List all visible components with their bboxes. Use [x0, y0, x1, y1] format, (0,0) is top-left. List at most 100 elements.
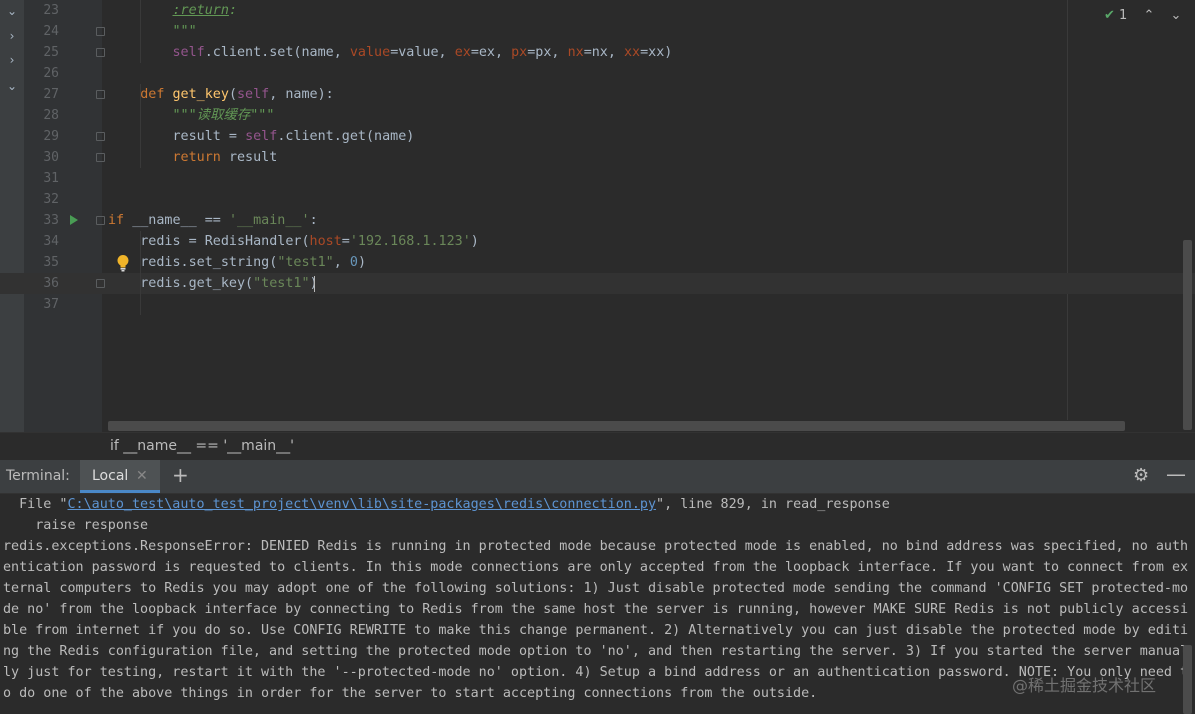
code-line[interactable]: 33 if __name__ == '__main__': — [0, 210, 1195, 231]
error-line: o do one of the above things in order fo… — [3, 686, 818, 701]
code-token: =ex, — [470, 45, 512, 60]
active-tab-indicator — [80, 490, 160, 493]
indent-guide — [140, 84, 141, 168]
line-number[interactable]: 34 — [37, 231, 59, 252]
code-line[interactable]: 34 redis = RedisHandler(host='192.168.1.… — [0, 231, 1195, 252]
gear-icon[interactable]: ⚙ — [1133, 465, 1149, 486]
terminal-title: Terminal: — [6, 468, 70, 484]
code-text: redis.set_string("test1", 0) — [108, 252, 366, 273]
minimize-icon[interactable]: — — [1166, 462, 1186, 486]
plus-icon[interactable]: + — [172, 463, 189, 487]
code-token: """ — [172, 24, 197, 39]
close-icon[interactable]: ✕ — [136, 468, 148, 484]
code-token: 0 — [349, 255, 358, 270]
code-line[interactable]: 24 """ — [0, 21, 1195, 42]
line-number[interactable]: 24 — [37, 21, 59, 42]
code-line[interactable]: 35 redis.set_string("test1", 0) — [0, 252, 1195, 273]
code-text: """读取缓存""" — [108, 105, 275, 126]
code-token: __name__ == — [132, 213, 229, 228]
check-icon: ✔ — [1104, 8, 1115, 23]
code-text: return result — [108, 147, 278, 168]
indent-guide — [140, 231, 141, 315]
line-number[interactable]: 27 — [37, 84, 59, 105]
code-text: if __name__ == '__main__': — [108, 210, 318, 231]
line-number[interactable]: 25 — [37, 42, 59, 63]
line-number[interactable]: 31 — [37, 168, 59, 189]
error-line: ternal computers to Redis you may adopt … — [3, 581, 1189, 596]
error-line: ble from internet if you do so. Use CONF… — [3, 623, 1189, 638]
code-token: result — [228, 150, 278, 165]
fold-icon[interactable] — [96, 27, 105, 36]
raise-line: raise response — [3, 518, 149, 533]
fold-icon[interactable] — [96, 132, 105, 141]
tab-local-label[interactable]: Local — [92, 468, 128, 484]
line-number[interactable]: 28 — [37, 105, 59, 126]
code-line[interactable]: 31 — [0, 168, 1195, 189]
code-token: xx — [624, 45, 641, 60]
code-line[interactable]: 32 — [0, 189, 1195, 210]
code-text: def get_key(self, name): — [108, 84, 334, 105]
code-token: host — [309, 234, 342, 249]
error-line: redis.exceptions.ResponseError: DENIED R… — [3, 539, 1189, 554]
traceback-line: File "C:\auto_test\auto_test_project\ven… — [3, 494, 890, 515]
code-token: if — [108, 213, 133, 228]
chevron-up-icon[interactable]: ⌃ — [1143, 8, 1154, 23]
code-line[interactable]: 23 :return: — [0, 0, 1195, 21]
line-number[interactable]: 29 — [37, 126, 59, 147]
code-line[interactable]: 29 result = self.client.get(name) — [0, 126, 1195, 147]
terminal-header: Terminal: Local ✕ + ⚙ — — [0, 460, 1195, 494]
code-token: return — [172, 150, 229, 165]
fold-icon[interactable] — [96, 153, 105, 162]
code-token: def — [140, 87, 173, 102]
code-token: .client.set(name, — [204, 45, 350, 60]
code-text: :return: — [108, 0, 238, 21]
code-token: redis.get_key( — [108, 276, 254, 291]
code-text: self.client.set(name, value=value, ex=ex… — [108, 42, 673, 63]
vertical-scrollbar[interactable] — [1183, 240, 1192, 430]
code-token: """读取缓存""" — [172, 108, 275, 123]
horizontal-scrollbar[interactable] — [108, 421, 1125, 431]
line-number[interactable]: 36 — [37, 273, 59, 294]
watermark: @稀土掘金技术社区 — [1012, 676, 1157, 695]
code-token: '192.168.1.123' — [349, 234, 471, 249]
fold-icon[interactable] — [96, 216, 105, 225]
code-token: =nx, — [583, 45, 624, 60]
code-line[interactable]: 37 — [0, 294, 1195, 315]
line-number[interactable]: 33 — [37, 210, 59, 231]
line-number[interactable]: 30 — [37, 147, 59, 168]
chevron-down-icon[interactable]: ⌄ — [1171, 8, 1182, 23]
code-line[interactable]: 27 def get_key(self, name): — [0, 84, 1195, 105]
line-number[interactable]: 37 — [37, 294, 59, 315]
fold-icon[interactable] — [96, 48, 105, 57]
code-token: ) — [357, 255, 366, 270]
error-line: entication password is requested to clie… — [3, 560, 1189, 575]
code-token: = — [341, 234, 350, 249]
code-token: self — [237, 87, 270, 102]
code-token: ) — [470, 234, 479, 249]
file-link[interactable]: C:\auto_test\auto_test_project\venv\lib\… — [68, 497, 657, 512]
breadcrumb[interactable]: if __name__ == '__main__' — [110, 438, 294, 454]
code-token: : — [309, 213, 318, 228]
code-line[interactable]: 30 return result — [0, 147, 1195, 168]
run-arrow-icon[interactable] — [70, 215, 78, 225]
fold-icon[interactable] — [96, 279, 105, 288]
line-number[interactable]: 35 — [37, 252, 59, 273]
terminal-scrollbar[interactable] — [1183, 645, 1192, 714]
line-number[interactable]: 32 — [37, 189, 59, 210]
code-line[interactable]: 25 self.client.set(name, value=value, ex… — [0, 42, 1195, 63]
line-number[interactable]: 23 — [37, 0, 59, 21]
code-token: px — [511, 45, 528, 60]
code-line[interactable]: 36 redis.get_key("test1") — [0, 273, 1195, 294]
code-line[interactable]: 28 """读取缓存""" — [0, 105, 1195, 126]
code-token: .client.get(name) — [277, 129, 415, 144]
indent-guide — [140, 0, 141, 63]
code-token: : — [228, 3, 237, 18]
code-token: ( — [228, 87, 237, 102]
code-line[interactable]: 26 — [0, 63, 1195, 84]
line-number[interactable]: 26 — [37, 63, 59, 84]
fold-icon[interactable] — [96, 90, 105, 99]
inspections-widget[interactable]: ✔ 1 ⌃ ⌄ — [1104, 8, 1181, 26]
code-token: redis = RedisHandler( — [108, 234, 310, 249]
lightbulb-icon[interactable] — [116, 254, 130, 272]
code-token: , name): — [269, 87, 334, 102]
